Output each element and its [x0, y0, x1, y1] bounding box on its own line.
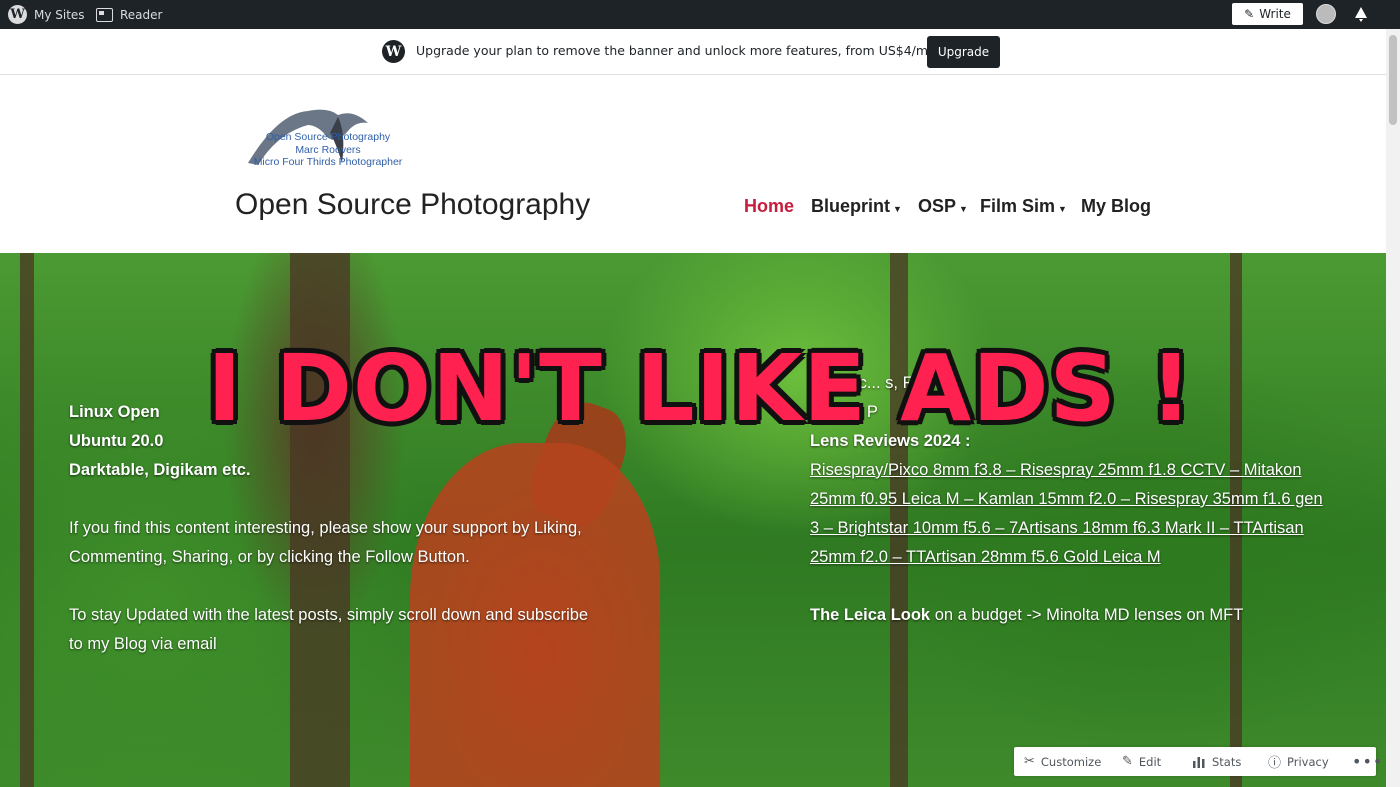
edit-button[interactable]: ✎ Edit: [1122, 747, 1161, 776]
leica-look-link[interactable]: The Leica Look: [810, 606, 930, 624]
nav-item-home[interactable]: Home: [744, 196, 794, 217]
admin-bar: W My Sites Reader ✎ Write: [0, 0, 1400, 29]
avatar[interactable]: [1316, 4, 1336, 24]
support-text: If you find this content interesting, pl…: [69, 519, 582, 566]
nav-item-blueprint[interactable]: Blueprint ▼: [811, 196, 902, 217]
action-bar: ✂ Customize ✎ Edit Stats ⓘ Privacy •••: [1014, 747, 1382, 776]
reader-icon: [96, 7, 113, 22]
nav-item-my-blog[interactable]: My Blog: [1081, 196, 1151, 217]
scrollbar[interactable]: [1386, 29, 1400, 787]
upgrade-button[interactable]: Upgrade: [927, 36, 1000, 68]
leica-look-line: The Leica Look on a budget -> Minolta MD…: [810, 606, 1244, 624]
site-title[interactable]: Open Source Photography: [235, 188, 590, 222]
write-label: Write: [1259, 7, 1291, 21]
privacy-icon: ⓘ: [1268, 756, 1282, 771]
notification-icon[interactable]: [1352, 5, 1370, 23]
chevron-down-icon: ▼: [1058, 204, 1067, 214]
more-icon[interactable]: •••: [1352, 747, 1383, 776]
site-header: Open Source Photography Marc Roovers Mic…: [0, 75, 1386, 253]
lens-review-links[interactable]: Risespray/Pixco 8mm f3.8 – Risespray 25m…: [810, 456, 1330, 572]
edit-icon: ✎: [1122, 754, 1133, 769]
write-icon: ✎: [1244, 7, 1255, 21]
reader-link[interactable]: Reader: [96, 0, 162, 29]
nav-item-film-sim[interactable]: Film Sim ▼: [980, 196, 1067, 217]
overlay-caption: I DON'T LIKE ADS !: [207, 335, 1193, 442]
tree-trunk: [20, 253, 34, 787]
customize-button[interactable]: ✂ Customize: [1024, 747, 1101, 776]
hero-section: Linux Open Ubuntu 20.0 Darktable, Digika…: [0, 253, 1386, 787]
stats-icon: [1193, 756, 1205, 768]
subscribe-text: To stay Updated with the latest posts, s…: [69, 606, 589, 653]
nav-item-osp[interactable]: OSP ▼: [918, 196, 968, 217]
write-button[interactable]: ✎ Write: [1232, 3, 1303, 25]
reader-label: Reader: [120, 7, 163, 22]
chevron-down-icon: ▼: [893, 204, 902, 214]
my-sites-label: My Sites: [34, 7, 85, 22]
wordpress-icon: W: [382, 40, 405, 63]
my-sites-link[interactable]: W My Sites: [8, 0, 85, 29]
upgrade-banner: W Upgrade your plan to remove the banner…: [0, 29, 1386, 75]
privacy-button[interactable]: ⓘ Privacy: [1268, 747, 1329, 776]
site-logo[interactable]: Open Source Photography Marc Roovers Mic…: [238, 103, 418, 178]
hero-left-line: Darktable, Digikam etc.: [69, 461, 251, 479]
upgrade-banner-text: Upgrade your plan to remove the banner a…: [416, 43, 957, 58]
wordpress-icon: W: [8, 5, 27, 24]
logo-text: Open Source Photography Marc Roovers Mic…: [253, 131, 403, 168]
scrollbar-thumb[interactable]: [1389, 35, 1397, 125]
stats-button[interactable]: Stats: [1192, 747, 1241, 776]
customize-icon: ✂: [1024, 754, 1035, 769]
chevron-down-icon: ▼: [959, 204, 968, 214]
